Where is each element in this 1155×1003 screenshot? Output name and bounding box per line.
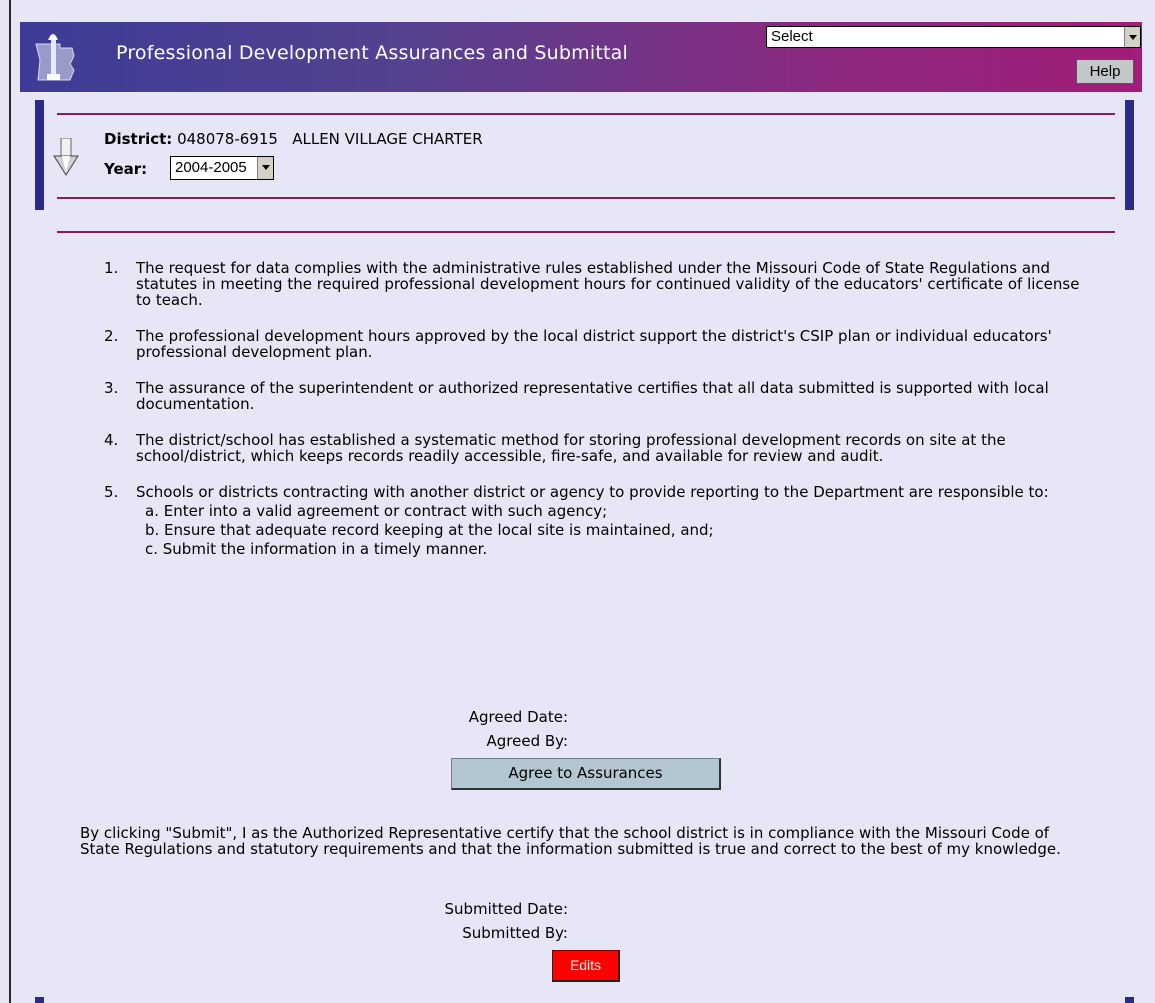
left-accent-bar-bottom — [35, 997, 44, 1003]
district-info: District: 048078-6915 ALLEN VILLAGE CHAR… — [104, 130, 483, 148]
assurance-number: 5. — [104, 483, 119, 501]
agreed-by-label: Agreed By: — [486, 732, 569, 750]
assurance-number: 4. — [104, 431, 119, 449]
year-select-value: 2004-2005 — [175, 159, 247, 176]
assurance-text: The assurance of the superintendent or a… — [136, 379, 1049, 413]
year-select[interactable]: 2004-2005 — [170, 156, 274, 180]
district-value: 048078-6915 ALLEN VILLAGE CHARTER — [177, 130, 483, 148]
year-label: Year: — [104, 160, 148, 178]
assurance-text: The request for data complies with the a… — [136, 259, 1080, 309]
left-accent-bar — [35, 100, 44, 210]
assurance-list: 1. The request for data complies with th… — [104, 260, 1084, 577]
navigation-select[interactable]: Select — [766, 26, 1141, 48]
chevron-down-icon[interactable] — [1124, 27, 1140, 47]
assurance-number: 3. — [104, 379, 119, 397]
window-left-border — [9, 0, 11, 1003]
divider — [57, 197, 1115, 199]
district-label: District: — [104, 130, 173, 148]
submitted-date-label: Submitted Date: — [444, 900, 568, 918]
divider — [57, 113, 1115, 115]
assurance-item: 3. The assurance of the superintendent o… — [104, 380, 1084, 412]
assurance-number: 2. — [104, 327, 119, 345]
assurance-item: 2. The professional development hours ap… — [104, 328, 1084, 360]
agree-to-assurances-button[interactable]: Agree to Assurances — [451, 758, 721, 790]
divider — [57, 231, 1115, 233]
assurance-item: 5. Schools or districts contracting with… — [104, 484, 1084, 557]
chevron-down-icon[interactable] — [257, 157, 273, 179]
assurance-text: Schools or districts contracting with an… — [136, 483, 1049, 501]
sub-item: c. Submit the information in a timely ma… — [145, 540, 488, 558]
assurance-text: The professional development hours appro… — [136, 327, 1052, 361]
certification-statement: By clicking "Submit", I as the Authorize… — [80, 824, 1061, 858]
edits-button[interactable]: Edits — [552, 950, 620, 982]
missouri-torch-logo-icon — [35, 34, 75, 81]
assurance-number: 1. — [104, 259, 119, 277]
assurance-item: 4. The district/school has established a… — [104, 432, 1084, 464]
sub-item: a. Enter into a valid agreement or contr… — [145, 502, 608, 520]
agreed-date-label: Agreed Date: — [468, 708, 568, 726]
submitted-by-label: Submitted By: — [462, 924, 568, 942]
sub-item: b. Ensure that adequate record keeping a… — [145, 521, 714, 539]
assurance-text: The district/school has established a sy… — [136, 431, 1006, 465]
page-title: Professional Development Assurances and … — [116, 42, 628, 64]
right-accent-bar-bottom — [1125, 997, 1134, 1003]
right-accent-bar — [1125, 100, 1134, 210]
assurance-item: 1. The request for data complies with th… — [104, 260, 1084, 308]
navigation-select-value: Select — [771, 28, 813, 45]
down-arrow-icon[interactable] — [53, 138, 79, 176]
help-button[interactable]: Help — [1076, 59, 1134, 84]
